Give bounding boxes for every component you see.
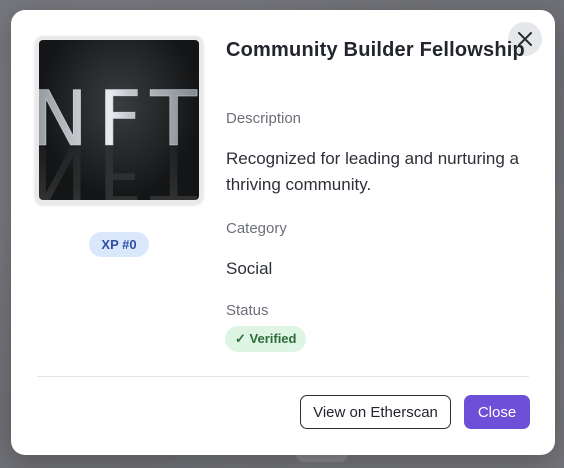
nft-info: Community Builder Fellowship [226,36,531,64]
nft-image: NFT NFT [39,40,199,200]
status-badge: ✓ Verified [225,326,307,352]
description-label: Description [226,110,302,127]
nft-image-reflection: NFT [39,129,199,200]
status-label: Status [226,302,269,319]
view-on-etherscan-button[interactable]: View on Etherscan [300,395,451,429]
category-value: Social [226,259,273,278]
footer-divider [37,376,529,377]
nft-image-frame: NFT NFT [35,36,203,204]
description-value: Recognized for leading and nurturing a t… [226,149,519,194]
category-label: Category [226,220,287,237]
nft-detail-modal: NFT NFT XP #0 Community Builder Fellowsh… [11,10,555,455]
close-button[interactable]: Close [464,395,530,429]
xp-badge: XP #0 [89,232,149,257]
nft-title: Community Builder Fellowship [226,39,525,61]
